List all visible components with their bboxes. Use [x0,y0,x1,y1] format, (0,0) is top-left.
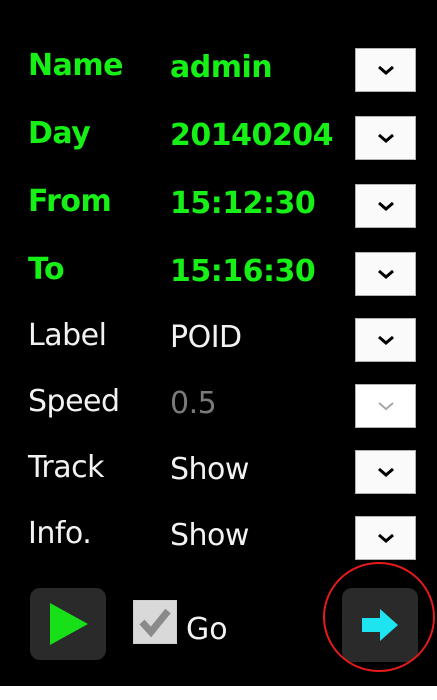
speed-dropdown-button[interactable] [355,384,416,428]
label-dropdown-button[interactable] [355,318,416,362]
playback-panel: Name admin Day 20140204 From 15:12:30 To… [0,0,437,686]
chevron-down-icon [377,335,394,345]
day-value: 20140204 [170,118,334,153]
play-icon [50,603,88,645]
name-dropdown-button[interactable] [355,48,416,92]
chevron-down-icon [377,533,394,543]
track-label: Track [28,450,105,485]
to-dropdown-button[interactable] [355,252,416,296]
chevron-down-icon [377,133,394,143]
info-dropdown-button[interactable] [355,516,416,560]
arrow-right-icon [362,609,398,641]
track-value: Show [170,452,249,487]
checkmark-icon [139,608,171,638]
label-value: POID [170,320,242,355]
row-info: Info. Show [0,508,437,570]
go-label: Go [186,612,228,647]
chevron-down-icon [377,65,394,75]
name-value: admin [170,50,273,85]
chevron-down-icon [377,201,394,211]
info-label: Info. [28,516,92,551]
label-label: Label [28,318,107,353]
chevron-down-icon [377,269,394,279]
row-label: Label POID [0,310,437,372]
next-button[interactable] [342,588,418,662]
row-to: To 15:16:30 [0,244,437,306]
row-from: From 15:12:30 [0,176,437,238]
go-checkbox[interactable] [133,600,177,644]
from-dropdown-button[interactable] [355,184,416,228]
play-button[interactable] [30,588,106,660]
name-label: Name [28,48,123,83]
row-track: Track Show [0,442,437,504]
row-day: Day 20140204 [0,108,437,170]
speed-label: Speed [28,384,120,419]
to-value: 15:16:30 [170,254,316,289]
day-dropdown-button[interactable] [355,116,416,160]
chevron-down-icon [377,467,394,477]
speed-value: 0.5 [170,386,217,421]
info-value: Show [170,518,249,553]
to-label: To [28,252,65,287]
row-speed: Speed 0.5 [0,376,437,438]
from-label: From [28,184,112,219]
track-dropdown-button[interactable] [355,450,416,494]
from-value: 15:12:30 [170,186,316,221]
day-label: Day [28,116,91,151]
row-name: Name admin [0,40,437,102]
chevron-down-icon [377,402,394,411]
